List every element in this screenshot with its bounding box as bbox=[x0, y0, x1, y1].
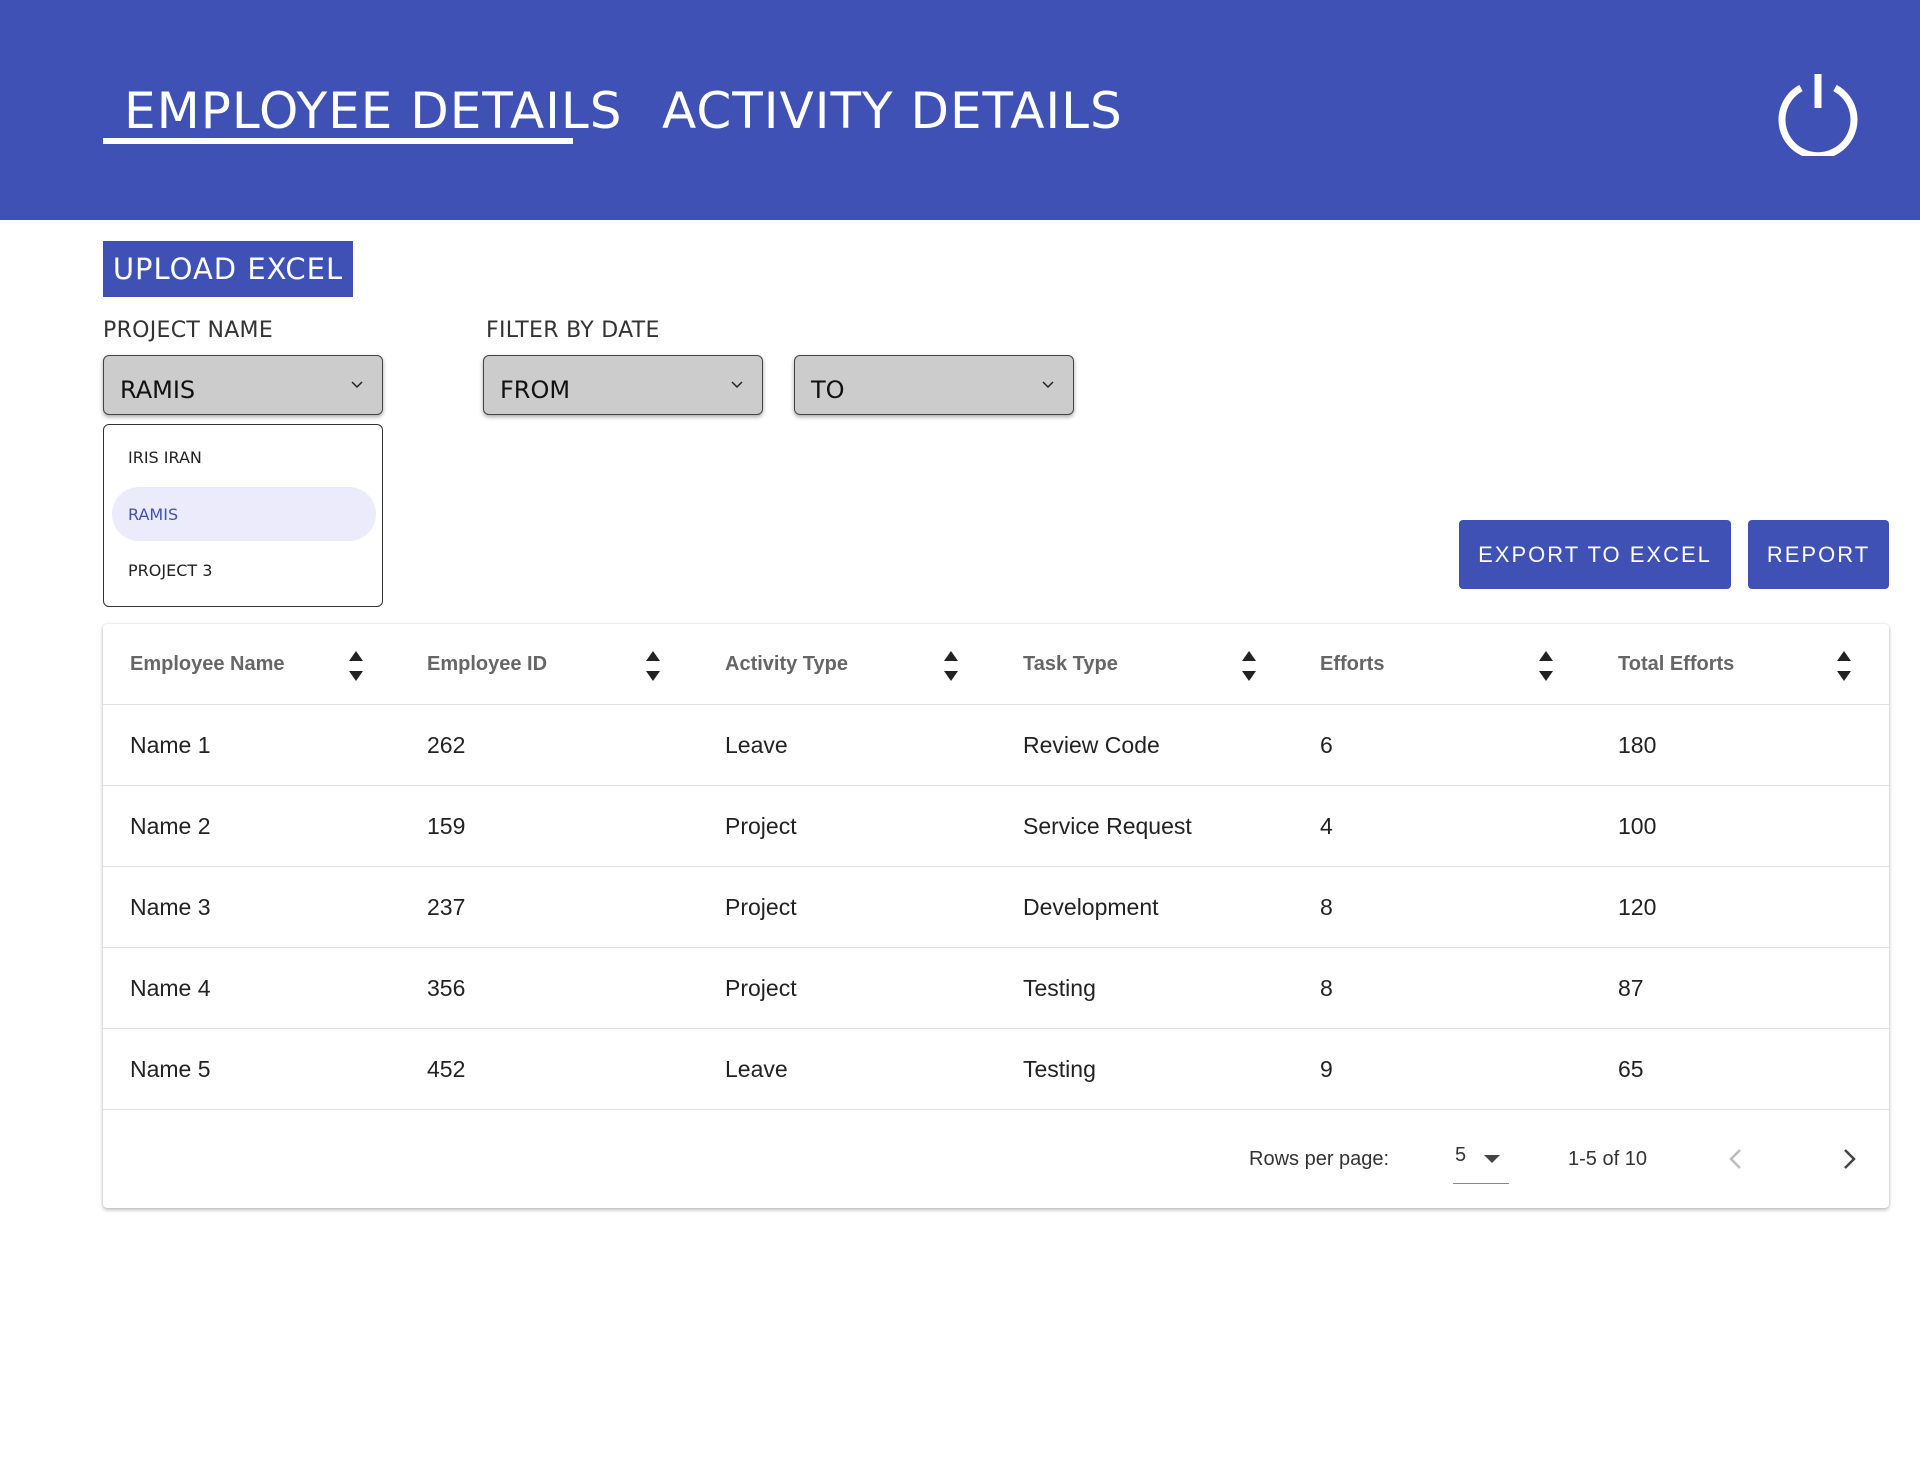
date-from-select[interactable]: FROM bbox=[483, 355, 763, 415]
cell-efforts: 6 bbox=[1320, 732, 1333, 758]
export-to-excel-button[interactable]: EXPORT TO EXCEL bbox=[1459, 520, 1731, 589]
chevron-down-icon bbox=[731, 381, 743, 389]
cell-employee-name: Name 3 bbox=[130, 894, 211, 920]
tab-employee-details[interactable]: EMPLOYEE DETAILS bbox=[124, 82, 623, 140]
date-to-value: TO bbox=[811, 376, 845, 404]
project-name-value: RAMIS bbox=[120, 376, 196, 404]
column-header-activity-type[interactable]: Activity Type bbox=[725, 624, 848, 705]
cell-employee-name: Name 4 bbox=[130, 975, 211, 1001]
tab-activity-details[interactable]: ACTIVITY DETAILS bbox=[662, 82, 1123, 140]
active-tab-indicator bbox=[103, 138, 573, 144]
sort-icon[interactable] bbox=[1537, 648, 1555, 684]
pagination-range: 1-5 of 10 bbox=[1568, 1148, 1647, 1170]
cell-total-efforts: 180 bbox=[1618, 732, 1657, 758]
column-header-total-efforts[interactable]: Total Efforts bbox=[1618, 624, 1734, 705]
cell-efforts: 8 bbox=[1320, 894, 1333, 920]
cell-total-efforts: 120 bbox=[1618, 894, 1657, 920]
cell-employee-id: 159 bbox=[427, 813, 466, 839]
employee-table: Employee Name Employee ID Activity Type … bbox=[103, 624, 1889, 1208]
chevron-down-icon bbox=[351, 381, 363, 389]
cell-task-type: Testing bbox=[1023, 1056, 1096, 1082]
project-name-select[interactable]: RAMIS bbox=[103, 355, 383, 415]
upload-excel-button[interactable]: UPLOAD EXCEL bbox=[103, 241, 353, 297]
sort-icon[interactable] bbox=[1240, 648, 1258, 684]
project-name-label: PROJECT NAME bbox=[103, 318, 274, 343]
chevron-left-icon[interactable] bbox=[1721, 1144, 1751, 1174]
table-row[interactable]: Name 3 237 Project Development 8 120 bbox=[103, 867, 1889, 948]
cell-employee-name: Name 5 bbox=[130, 1056, 211, 1082]
cell-task-type: Service Request bbox=[1023, 813, 1192, 839]
cell-activity-type: Project bbox=[725, 813, 797, 839]
column-header-employee-id[interactable]: Employee ID bbox=[427, 624, 547, 705]
chevron-right-icon[interactable] bbox=[1834, 1144, 1864, 1174]
cell-task-type: Review Code bbox=[1023, 732, 1160, 758]
cell-efforts: 8 bbox=[1320, 975, 1333, 1001]
cell-employee-id: 237 bbox=[427, 894, 466, 920]
cell-activity-type: Leave bbox=[725, 732, 788, 758]
cell-employee-id: 262 bbox=[427, 732, 466, 758]
cell-activity-type: Project bbox=[725, 894, 797, 920]
sort-icon[interactable] bbox=[1835, 648, 1853, 684]
cell-employee-id: 356 bbox=[427, 975, 466, 1001]
column-header-employee-name[interactable]: Employee Name bbox=[130, 624, 285, 705]
table-row[interactable]: Name 5 452 Leave Testing 9 65 bbox=[103, 1029, 1889, 1110]
cell-activity-type: Project bbox=[725, 975, 797, 1001]
cell-efforts: 4 bbox=[1320, 813, 1333, 839]
date-from-value: FROM bbox=[500, 376, 571, 404]
chevron-down-icon bbox=[1042, 381, 1054, 389]
rows-per-page-label: Rows per page: bbox=[1249, 1148, 1390, 1170]
cell-total-efforts: 87 bbox=[1618, 975, 1644, 1001]
cell-total-efforts: 100 bbox=[1618, 813, 1657, 839]
cell-employee-id: 452 bbox=[427, 1056, 466, 1082]
cell-task-type: Development bbox=[1023, 894, 1159, 920]
sort-icon[interactable] bbox=[644, 648, 662, 684]
cell-efforts: 9 bbox=[1320, 1056, 1333, 1082]
dropdown-option-iris-iran[interactable]: IRIS IRAN bbox=[112, 430, 376, 484]
dropdown-option-ramis[interactable]: RAMIS bbox=[112, 487, 376, 541]
rows-per-page-value: 5 bbox=[1455, 1144, 1467, 1166]
sort-icon[interactable] bbox=[347, 648, 365, 684]
date-to-select[interactable]: TO bbox=[794, 355, 1074, 415]
caret-down-icon bbox=[1484, 1155, 1500, 1163]
dropdown-option-project-3[interactable]: PROJECT 3 bbox=[112, 543, 376, 597]
table-row[interactable]: Name 2 159 Project Service Request 4 100 bbox=[103, 786, 1889, 867]
report-button[interactable]: REPORT bbox=[1748, 520, 1889, 589]
rows-per-page-select[interactable]: 5 bbox=[1453, 1144, 1509, 1184]
cell-task-type: Testing bbox=[1023, 975, 1096, 1001]
app-header: EMPLOYEE DETAILS ACTIVITY DETAILS bbox=[0, 0, 1920, 220]
column-header-efforts[interactable]: Efforts bbox=[1320, 624, 1384, 705]
cell-activity-type: Leave bbox=[725, 1056, 788, 1082]
power-icon[interactable] bbox=[1774, 68, 1862, 160]
sort-icon[interactable] bbox=[942, 648, 960, 684]
table-header: Employee Name Employee ID Activity Type … bbox=[103, 624, 1889, 705]
table-row[interactable]: Name 4 356 Project Testing 8 87 bbox=[103, 948, 1889, 1029]
cell-employee-name: Name 1 bbox=[130, 732, 211, 758]
table-row[interactable]: Name 1 262 Leave Review Code 6 180 bbox=[103, 705, 1889, 786]
cell-employee-name: Name 2 bbox=[130, 813, 211, 839]
project-dropdown-menu: IRIS IRAN RAMIS PROJECT 3 bbox=[103, 424, 383, 607]
column-header-task-type[interactable]: Task Type bbox=[1023, 624, 1118, 705]
filter-by-date-label: FILTER BY DATE bbox=[486, 318, 660, 343]
cell-total-efforts: 65 bbox=[1618, 1056, 1644, 1082]
